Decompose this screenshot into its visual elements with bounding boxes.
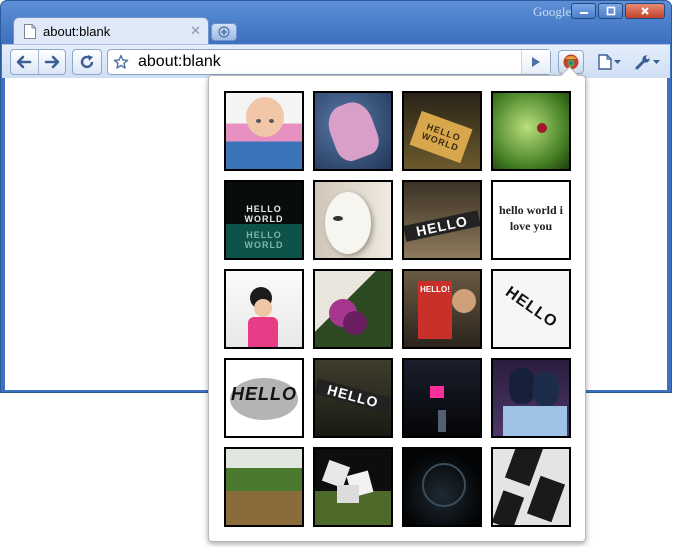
thumbnail-text: hello world i love you xyxy=(498,203,563,233)
photo-thumbnail[interactable] xyxy=(402,447,482,527)
photo-thumbnail[interactable] xyxy=(491,358,571,438)
bookmark-star-button[interactable] xyxy=(108,50,134,74)
new-tab-button[interactable] xyxy=(211,23,237,41)
photo-thumbnail[interactable] xyxy=(224,91,304,171)
tab-about-blank[interactable]: about:blank ✕ xyxy=(13,17,209,45)
chevron-down-icon xyxy=(652,59,660,64)
photo-thumbnail[interactable]: HELLO WORLD HELLO WORLD xyxy=(224,180,304,260)
photo-thumbnail[interactable]: HELLO xyxy=(491,269,571,349)
wrench-menu-button[interactable] xyxy=(630,51,664,73)
photo-thumbnail[interactable] xyxy=(313,91,393,171)
omnibox xyxy=(107,49,551,75)
thumbnail-text: HELLO xyxy=(502,283,561,332)
photo-thumbnail[interactable]: HELLO! xyxy=(402,269,482,349)
forward-arrow-icon xyxy=(44,55,60,69)
photo-thumbnail[interactable] xyxy=(313,269,393,349)
photo-thumbnail[interactable]: HELLO xyxy=(224,358,304,438)
photo-thumbnail[interactable]: HELLO xyxy=(402,180,482,260)
page-icon xyxy=(24,24,36,39)
close-icon xyxy=(641,7,649,15)
back-button[interactable] xyxy=(11,50,39,74)
photo-thumbnail[interactable] xyxy=(491,91,571,171)
nav-buttons xyxy=(10,49,66,75)
thumbnail-text: HELLO WORLD xyxy=(244,230,284,250)
page-menu-icon xyxy=(597,54,612,70)
extension-popup: HELLO WORLD HELLO WORLD HELLO WORLD HELL… xyxy=(208,66,586,542)
maximize-button[interactable] xyxy=(598,3,623,19)
tab-title: about:blank xyxy=(43,24,111,39)
photo-thumbnail[interactable] xyxy=(224,269,304,349)
photo-thumbnail[interactable]: HELLO WORLD xyxy=(402,91,482,171)
thumbnail-text: HELLO WORLD xyxy=(244,204,284,224)
photo-thumbnail[interactable] xyxy=(224,447,304,527)
thumbnail-text: HELLO xyxy=(315,378,391,414)
thumbnail-text: HELLO xyxy=(404,210,480,242)
thumbnail-grid: HELLO WORLD HELLO WORLD HELLO WORLD HELL… xyxy=(224,91,571,527)
minimize-button[interactable] xyxy=(571,3,596,19)
wrench-icon xyxy=(635,55,650,70)
thumbnail-text: HELLO xyxy=(231,384,297,404)
reload-button[interactable] xyxy=(72,49,102,75)
back-arrow-icon xyxy=(16,55,32,69)
photo-thumbnail[interactable]: hello world i love you xyxy=(491,180,571,260)
close-window-button[interactable] xyxy=(625,3,665,19)
reload-icon xyxy=(80,55,94,69)
forward-button[interactable] xyxy=(39,50,66,74)
photo-thumbnail[interactable] xyxy=(313,447,393,527)
tab-close-icon[interactable]: ✕ xyxy=(190,23,201,39)
photo-thumbnail[interactable] xyxy=(402,358,482,438)
window-controls xyxy=(571,3,665,19)
plus-icon xyxy=(218,26,230,38)
photo-thumbnail[interactable]: HELLO xyxy=(313,358,393,438)
page-menu-button[interactable] xyxy=(592,51,626,73)
photo-thumbnail[interactable] xyxy=(313,180,393,260)
go-button[interactable] xyxy=(521,50,550,74)
star-icon xyxy=(113,54,129,69)
brand-label: Google xyxy=(533,4,572,19)
go-arrow-icon xyxy=(532,57,540,67)
address-input[interactable] xyxy=(134,51,521,73)
maximize-icon xyxy=(606,6,615,16)
minimize-icon xyxy=(579,12,588,14)
chevron-down-icon xyxy=(613,59,621,64)
thumbnail-text: HELLO! xyxy=(420,285,450,294)
photo-thumbnail[interactable] xyxy=(491,447,571,527)
